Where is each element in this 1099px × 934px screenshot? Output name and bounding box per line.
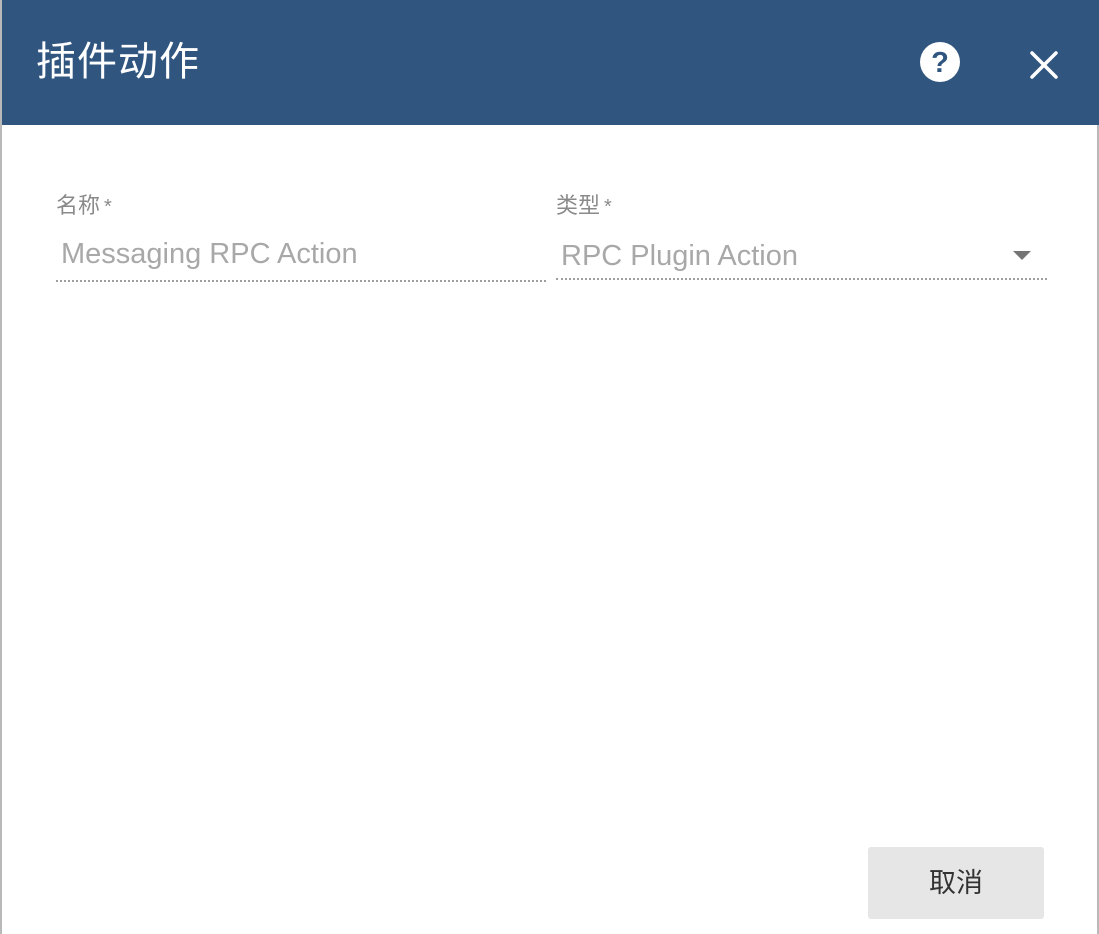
type-select-value[interactable]: RPC Plugin Action [561, 238, 798, 274]
name-field-underline [56, 280, 546, 282]
type-label-text: 类型 [556, 193, 601, 218]
required-marker: * [104, 196, 112, 218]
name-label-text: 名称 [56, 193, 101, 218]
dialog-title: 插件动作 [36, 40, 200, 84]
cancel-button[interactable]: 取消 [868, 847, 1044, 919]
required-marker: * [604, 196, 612, 218]
plugin-action-dialog: 插件动作 ? 名称 * Messaging RPC Action 类型 * RPC … [0, 0, 1099, 934]
help-circle-icon[interactable]: ? [919, 41, 961, 83]
type-select[interactable]: 类型 * RPC Plugin Action [556, 192, 1047, 287]
name-input[interactable]: Messaging RPC Action [61, 236, 358, 272]
type-field-label: 类型 * [556, 192, 612, 221]
type-field-underline [556, 278, 1047, 280]
svg-text:?: ? [931, 47, 949, 79]
close-icon[interactable] [1022, 43, 1066, 87]
dialog-header: 插件动作 ? [2, 0, 1099, 125]
caret-down-icon[interactable] [1013, 251, 1031, 260]
name-field-label: 名称 * [56, 192, 112, 221]
name-field[interactable]: 名称 * Messaging RPC Action [56, 192, 546, 287]
